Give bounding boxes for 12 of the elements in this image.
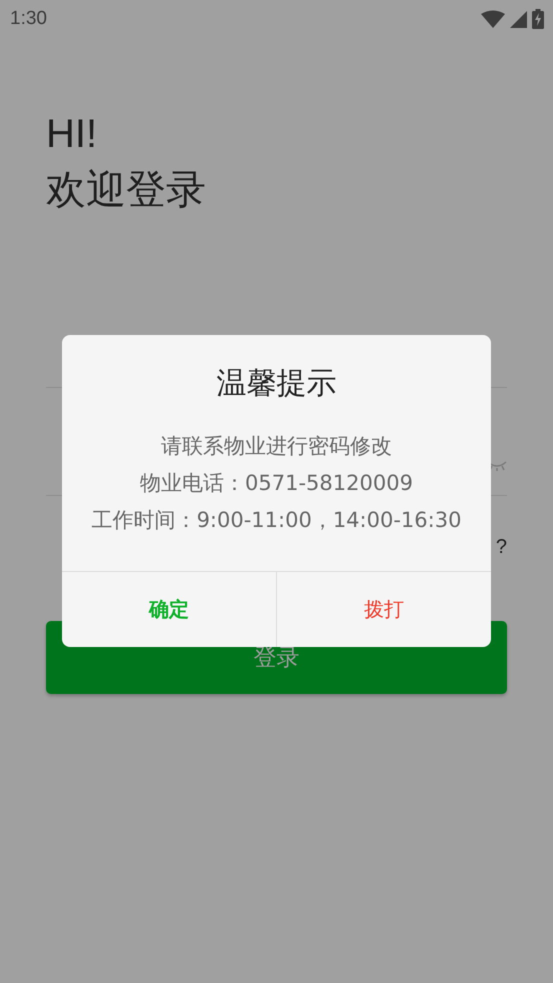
dialog-message: 请联系物业进行密码修改 (161, 433, 392, 460)
greeting-text: HI! (46, 111, 98, 158)
dialog-message: 物业电话：0571-58120009 (140, 470, 413, 497)
dialog-button[interactable]: 拨打 (276, 572, 491, 647)
dialog-message: 工作时间：9:00-11:00，14:00-16:30 (92, 507, 462, 534)
wifi-icon (481, 10, 505, 28)
dialog-title: 温馨提示 (216, 365, 336, 403)
forgot-password-link[interactable]: ? (496, 536, 507, 559)
status-time: 1:30 (10, 8, 47, 30)
battery-charging-icon (532, 9, 544, 29)
signal-icon (510, 10, 527, 28)
greeting-text: 欢迎登录 (46, 167, 207, 214)
